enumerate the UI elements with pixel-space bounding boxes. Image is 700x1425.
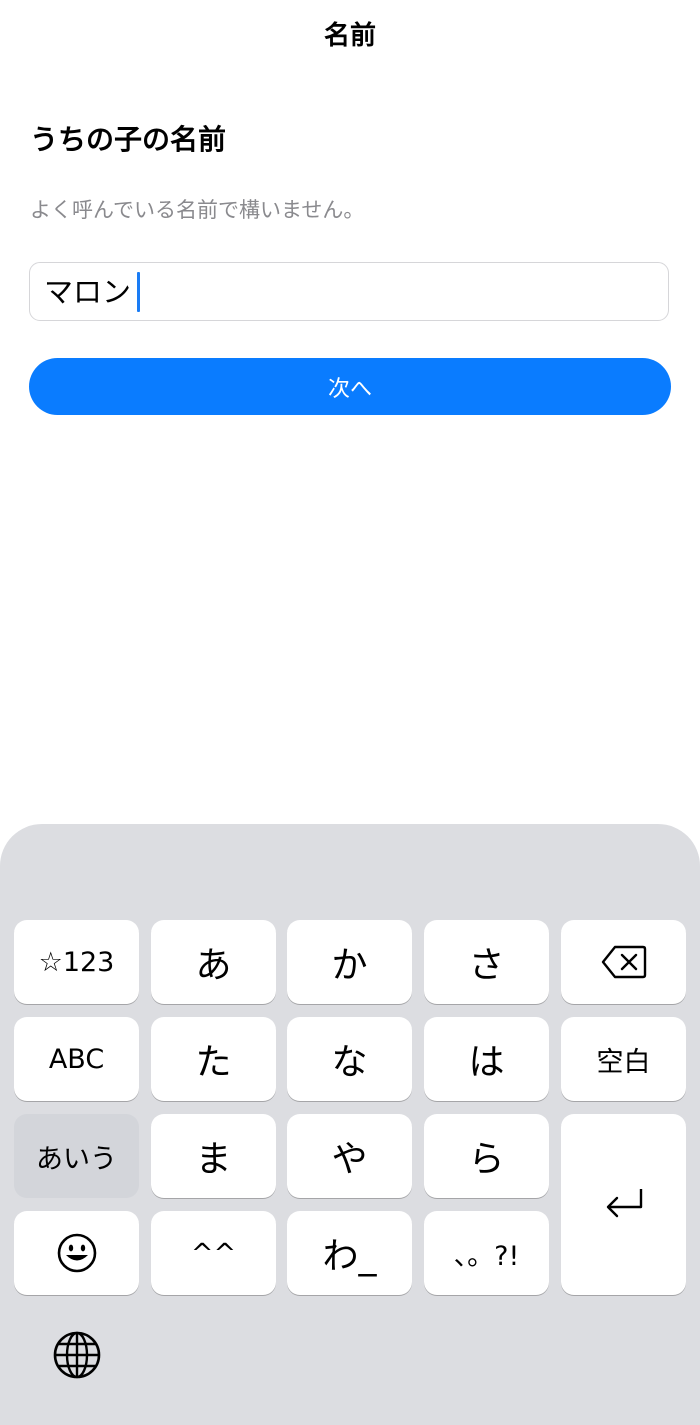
key-symbols[interactable]: ☆123 <box>14 920 139 1004</box>
nav-title: 名前 <box>323 21 376 51</box>
key-ra[interactable]: ら <box>424 1114 549 1198</box>
key-space-label: 空白 <box>596 1046 651 1078</box>
delete-backward-icon <box>601 945 646 979</box>
key-wa[interactable]: わ_ <box>287 1211 412 1295</box>
key-ma-label: ま <box>195 1139 232 1180</box>
form-description: よく呼んでいる名前で構いません。 <box>30 198 365 222</box>
next-button-label: 次へ <box>327 376 372 402</box>
key-emoji[interactable] <box>14 1211 139 1295</box>
key-wa-label: わ_ <box>322 1236 377 1277</box>
return-icon <box>606 1188 642 1217</box>
keyboard: ☆123 あ か さ ABC た な は 空白 あいう ま や ら ^^ わ_ … <box>0 824 700 1425</box>
form-heading: うちの子の名前 <box>30 123 227 156</box>
key-ma[interactable]: ま <box>151 1114 276 1198</box>
key-ha-label: は <box>468 1042 505 1083</box>
key-symbols-label: ☆123 <box>38 946 115 978</box>
key-ka[interactable]: か <box>287 920 412 1004</box>
text-caret <box>137 271 141 312</box>
key-punctuation-label: 、。?! <box>453 1240 520 1272</box>
key-na-label: な <box>331 1042 368 1083</box>
key-kana-label: あいう <box>36 1143 117 1175</box>
key-sa-label: さ <box>468 945 505 986</box>
key-kana[interactable]: あいう <box>14 1114 139 1198</box>
key-a[interactable]: あ <box>151 920 276 1004</box>
key-space[interactable]: 空白 <box>561 1017 686 1101</box>
key-ta[interactable]: た <box>151 1017 276 1101</box>
key-sa[interactable]: さ <box>424 920 549 1004</box>
key-ra-label: ら <box>468 1139 505 1180</box>
key-a-label: あ <box>195 945 232 986</box>
key-abc[interactable]: ABC <box>14 1017 139 1101</box>
key-return[interactable] <box>561 1114 686 1295</box>
key-na[interactable]: な <box>287 1017 412 1101</box>
key-kaomoji[interactable]: ^^ <box>151 1211 276 1295</box>
key-ha[interactable]: は <box>424 1017 549 1101</box>
key-ya[interactable]: や <box>287 1114 412 1198</box>
name-input-value: マロン <box>44 274 132 309</box>
next-button[interactable]: 次へ <box>29 358 671 415</box>
key-ta-label: た <box>195 1042 232 1083</box>
key-kaomoji-label: ^^ <box>190 1237 237 1269</box>
emoji-icon <box>57 1233 96 1273</box>
name-input[interactable]: マロン <box>29 262 669 321</box>
key-delete[interactable] <box>561 920 686 1004</box>
key-abc-label: ABC <box>48 1043 105 1075</box>
key-ya-label: や <box>331 1139 368 1180</box>
key-ka-label: か <box>331 945 368 986</box>
key-punctuation[interactable]: 、。?! <box>424 1211 549 1295</box>
globe-button[interactable] <box>52 1330 102 1380</box>
globe-icon <box>53 1331 101 1379</box>
